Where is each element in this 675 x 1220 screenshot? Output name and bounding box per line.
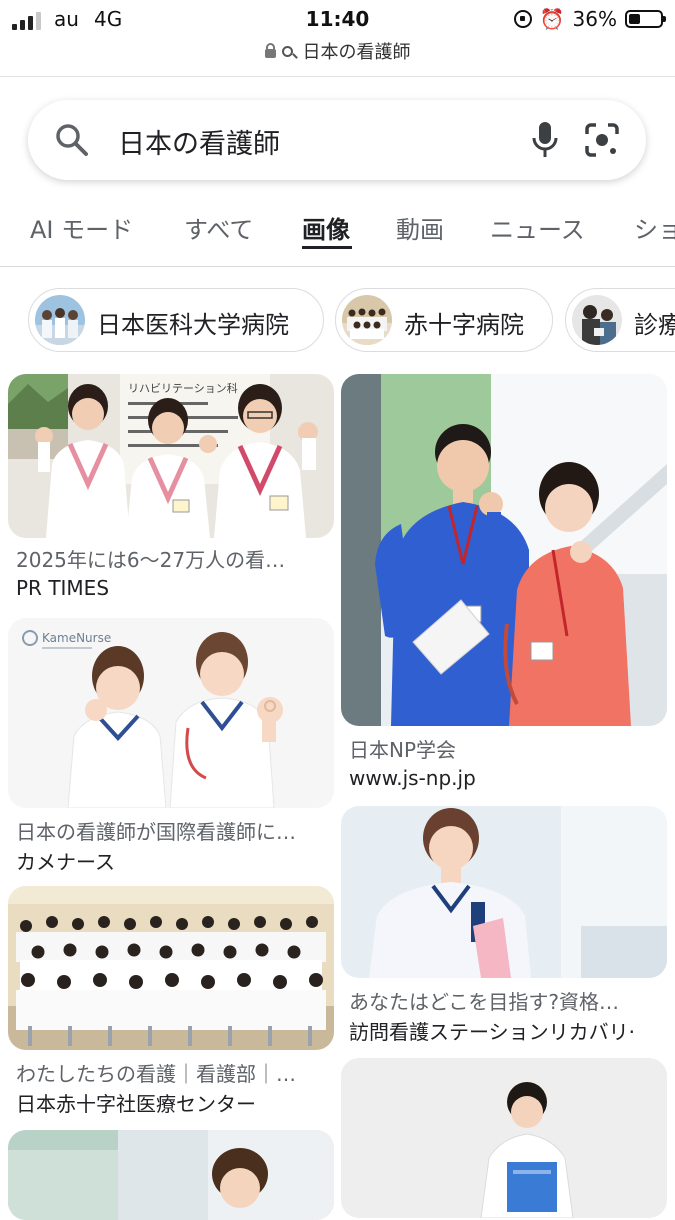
chip-label: 日本医科大学病院 [97, 311, 289, 339]
tab-videos[interactable]: 動画 [396, 210, 444, 245]
search-input[interactable]: 日本の看護師 [118, 122, 280, 161]
tab-images[interactable]: 画像 [302, 210, 350, 245]
chip-label: 赤十字病院 [404, 311, 524, 339]
result-image[interactable] [341, 1058, 667, 1218]
result-source[interactable]: 日本赤十字社医療センター [16, 1088, 332, 1117]
wall-sign-text: リハビリテーション科 [128, 381, 238, 395]
lens-camera-icon[interactable] [584, 122, 620, 158]
search-tabs: AI モード すべて 画像 動画 ニュース ショ [0, 200, 675, 266]
orientation-lock-icon [513, 10, 532, 28]
result-image[interactable] [8, 1130, 334, 1220]
battery-percent: 36% [572, 7, 617, 31]
result-caption[interactable]: あなたはどこを目指す?資格… [349, 986, 667, 1015]
chip-nippon-medical-school-hospital[interactable]: 日本医科大学病院 [28, 288, 324, 352]
result-caption[interactable]: わたしたちの看護｜看護部｜… [16, 1058, 332, 1087]
chip-thumbnail [572, 295, 622, 345]
result-image[interactable] [341, 806, 667, 978]
result-source[interactable]: www.js-np.jp [349, 766, 667, 790]
result-image[interactable] [341, 374, 667, 726]
address-bar[interactable]: 日本の看護師 [0, 38, 675, 64]
lock-icon [264, 42, 276, 58]
chip-clinic[interactable]: 診療 [565, 288, 675, 352]
result-image[interactable]: KameNurse [8, 618, 334, 808]
result-source[interactable]: 訪問看護ステーションリカバリ· [349, 1016, 667, 1045]
result-caption[interactable]: 2025年には6～27万人の看… [16, 544, 332, 573]
result-source[interactable]: カメナース [16, 846, 332, 875]
divider [0, 76, 675, 77]
alarm-icon: ⏰ [539, 7, 565, 31]
result-image[interactable]: リハビリテーション科 [8, 374, 334, 538]
chip-thumbnail [35, 295, 85, 345]
result-image[interactable] [8, 886, 334, 1050]
tab-all[interactable]: すべて [184, 210, 253, 245]
tab-ai-mode[interactable]: AI モード [30, 210, 133, 245]
divider [0, 266, 675, 267]
chip-thumbnail [342, 295, 392, 345]
tab-shopping[interactable]: ショ [634, 210, 675, 245]
result-caption[interactable]: 日本の看護師が国際看護師に… [16, 816, 332, 845]
watermark-logo: KameNurse [42, 631, 111, 645]
search-box[interactable]: 日本の看護師 [28, 100, 646, 180]
result-caption[interactable]: 日本NP学会 [349, 734, 667, 763]
microphone-icon[interactable] [528, 119, 562, 161]
search-icon [281, 45, 293, 57]
tab-news[interactable]: ニュース [490, 210, 585, 245]
chip-red-cross-hospital[interactable]: 赤十字病院 [335, 288, 553, 352]
result-source[interactable]: PR TIMES [16, 576, 332, 600]
battery-icon [625, 10, 666, 28]
address-text: 日本の看護師 [302, 42, 411, 63]
active-tab-indicator [302, 246, 352, 249]
chip-label: 診療 [634, 311, 675, 339]
status-bar: au 4G 11:40 ⏰ 36% 日本の看護師 [0, 0, 675, 76]
search-icon[interactable] [54, 122, 90, 158]
